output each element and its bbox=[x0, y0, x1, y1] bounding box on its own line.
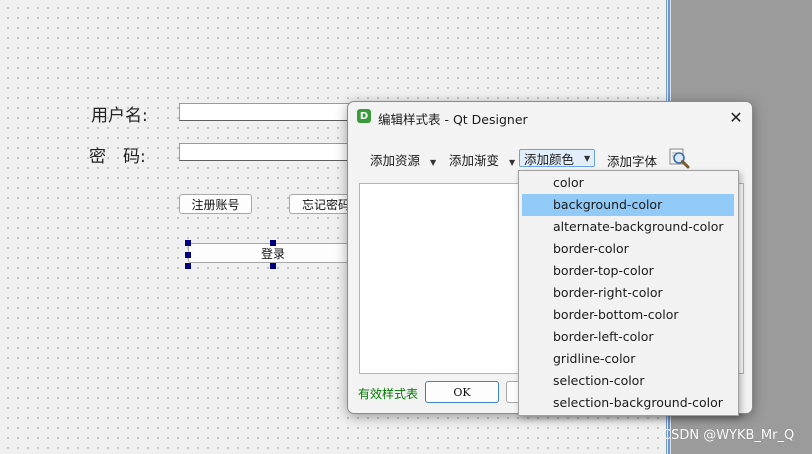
menu-item-selection-color[interactable]: selection-color bbox=[519, 370, 738, 392]
username-input[interactable] bbox=[179, 103, 354, 121]
dialog-title: 编辑样式表 - Qt Designer bbox=[378, 112, 528, 127]
dropdown-arrow-icon: ▼ bbox=[584, 153, 591, 163]
add-font-button[interactable]: 添加字体 bbox=[607, 151, 657, 170]
selection-handle-top[interactable] bbox=[270, 240, 276, 246]
menu-item-border-color[interactable]: border-color bbox=[519, 238, 738, 260]
dialog-titlebar[interactable]: D 编辑样式表 - Qt Designer ✕ bbox=[348, 102, 752, 132]
dropdown-arrow-icon: ▼ bbox=[509, 158, 516, 167]
add-gradient-button[interactable]: 添加渐变 ▼ bbox=[449, 150, 515, 169]
csdn-watermark: CSDN @WYKB_Mr_Q bbox=[662, 428, 795, 443]
selection-handle-bottom[interactable] bbox=[270, 263, 276, 269]
qt-designer-app-icon: D bbox=[357, 109, 371, 123]
menu-item-border-top-color[interactable]: border-top-color bbox=[519, 260, 738, 282]
password-input[interactable] bbox=[179, 143, 354, 161]
password-label: 密 码: bbox=[89, 147, 146, 167]
close-icon[interactable]: ✕ bbox=[722, 104, 750, 130]
menu-item-alternate-background-color[interactable]: alternate-background-color bbox=[519, 216, 738, 238]
menu-item-gridline-color[interactable]: gridline-color bbox=[519, 348, 738, 370]
dropdown-arrow-icon: ▼ bbox=[430, 158, 437, 167]
add-color-dropdown-menu: color background-color alternate-backgro… bbox=[518, 170, 739, 416]
register-account-button[interactable]: 注册账号 bbox=[179, 194, 252, 214]
ok-button[interactable]: OK bbox=[425, 381, 499, 403]
magnifier-icon[interactable] bbox=[668, 147, 690, 169]
selection-handle-top-left[interactable] bbox=[185, 240, 191, 246]
username-label: 用户名: bbox=[91, 106, 148, 126]
add-resource-button[interactable]: 添加资源 ▼ bbox=[370, 150, 436, 169]
valid-stylesheet-status: 有效样式表 bbox=[358, 387, 419, 401]
add-color-button[interactable]: 添加颜色 ▼ bbox=[519, 149, 596, 167]
add-color-label: 添加颜色 bbox=[524, 151, 575, 167]
forgot-password-button[interactable]: 忘记密码 bbox=[289, 194, 353, 214]
menu-item-border-right-color[interactable]: border-right-color bbox=[519, 282, 738, 304]
menu-item-border-bottom-color[interactable]: border-bottom-color bbox=[519, 304, 738, 326]
menu-item-background-color[interactable]: background-color bbox=[522, 194, 734, 216]
add-gradient-label: 添加渐变 bbox=[449, 153, 500, 168]
menu-item-color[interactable]: color bbox=[519, 172, 738, 194]
login-button[interactable]: 登录 bbox=[188, 243, 358, 263]
selection-handle-bottom-left[interactable] bbox=[185, 263, 191, 269]
menu-item-selection-background-color[interactable]: selection-background-color bbox=[519, 392, 738, 414]
selection-handle-left[interactable] bbox=[185, 252, 191, 258]
menu-item-border-left-color[interactable]: border-left-color bbox=[519, 326, 738, 348]
add-resource-label: 添加资源 bbox=[370, 153, 421, 168]
